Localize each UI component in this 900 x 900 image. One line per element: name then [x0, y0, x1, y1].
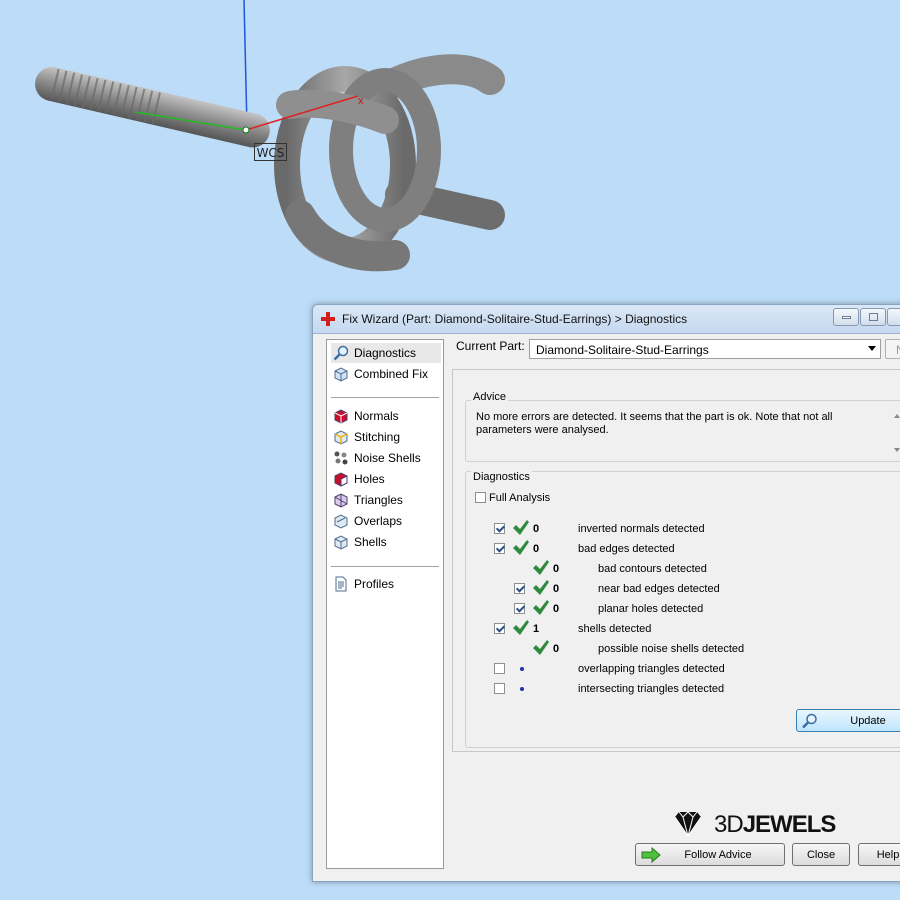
green-check-icon: [533, 600, 549, 615]
diagnostic-count: 0: [553, 563, 560, 575]
sidebar-item-profiles[interactable]: Profiles: [331, 574, 441, 594]
earring-model: x: [35, 0, 505, 272]
diagnostics-title: Diagnostics: [471, 471, 532, 483]
advice-scrollbar[interactable]: [891, 409, 900, 457]
sidebar-item-diagnostics[interactable]: Diagnostics: [331, 343, 441, 363]
diagnostic-checkbox[interactable]: [494, 663, 505, 674]
3djewels-logo: 3DJEWELS: [674, 809, 836, 839]
green-check-icon: [533, 640, 549, 655]
diagnostic-count: 1: [533, 623, 540, 635]
document-icon: [335, 576, 347, 592]
advice-title: Advice: [471, 391, 509, 403]
shells-icon: [334, 535, 348, 550]
sidebar-item-triangles[interactable]: Triangles: [331, 490, 441, 510]
triangles-icon: [334, 493, 348, 508]
diagnostic-checkbox[interactable]: [494, 683, 505, 694]
chevron-down-icon: [868, 346, 876, 351]
diagnostic-label: planar holes detected: [598, 603, 704, 615]
sidebar-item-normals[interactable]: Normals: [331, 406, 441, 426]
title-bar[interactable]: Fix Wizard (Part: Diamond-Solitaire-Stud…: [313, 305, 900, 334]
green-check-icon: [513, 520, 529, 535]
wizard-sidebar: Diagnostics Combined Fix Normals Stitchi…: [326, 339, 444, 869]
x-axis-label: x: [358, 95, 364, 107]
logo-prefix: 3D: [714, 811, 744, 838]
diagnostic-label: inverted normals detected: [578, 523, 705, 535]
not-analysed-dot-icon: [520, 667, 524, 671]
3d-viewport[interactable]: x WCS: [0, 0, 900, 300]
holes-icon: [334, 472, 348, 487]
noise-shells-icon: [334, 451, 348, 465]
diagnostic-checkbox[interactable]: [494, 543, 505, 554]
magnifier-icon: [333, 345, 349, 361]
not-analysed-dot-icon: [520, 687, 524, 691]
next-part-button[interactable]: N: [885, 339, 900, 359]
fix-wizard-dialog: Fix Wizard (Part: Diamond-Solitaire-Stud…: [312, 304, 900, 882]
diagnostic-checkbox[interactable]: [514, 603, 525, 614]
diagnostic-count: 0: [553, 643, 560, 655]
green-check-icon: [513, 620, 529, 635]
sidebar-separator: [331, 397, 439, 398]
stitching-icon: [334, 430, 348, 445]
green-check-icon: [533, 560, 549, 575]
current-part-dropdown[interactable]: Diamond-Solitaire-Stud-Earrings: [529, 339, 881, 359]
logo-suffix: JEWELS: [742, 811, 837, 838]
diagnostic-count: 0: [533, 543, 540, 555]
diagnostic-count: 0: [533, 523, 540, 535]
green-check-icon: [513, 540, 529, 555]
diagnostic-count: 0: [553, 603, 560, 615]
diagnostic-label: near bad edges detected: [598, 583, 720, 595]
diagnostic-count: 0: [553, 583, 560, 595]
close-button[interactable]: Close: [792, 843, 850, 866]
current-part-label: Current Part:: [456, 339, 525, 353]
maximize-button[interactable]: [860, 308, 886, 326]
diagnostic-checkbox[interactable]: [514, 583, 525, 594]
diamond-icon: [674, 811, 702, 837]
sidebar-item-holes[interactable]: Holes: [331, 469, 441, 489]
diagnostic-label: bad contours detected: [598, 563, 707, 575]
sidebar-separator: [331, 566, 439, 567]
overlaps-icon: [334, 514, 348, 529]
help-button[interactable]: Help: [858, 843, 900, 866]
minimize-button[interactable]: [833, 308, 859, 326]
close-window-button[interactable]: [887, 308, 900, 326]
follow-advice-button[interactable]: Follow Advice: [635, 843, 785, 866]
window-title: Fix Wizard (Part: Diamond-Solitaire-Stud…: [342, 312, 688, 326]
advice-text: No more errors are detected. It seems th…: [476, 411, 833, 436]
diagnostic-checkbox[interactable]: [494, 623, 505, 634]
diagnostic-label: possible noise shells detected: [598, 643, 745, 655]
normals-icon: [334, 409, 348, 424]
red-cross-icon: [321, 312, 335, 326]
sidebar-item-overlaps[interactable]: Overlaps: [331, 511, 441, 531]
wcs-label: WCS: [254, 143, 287, 161]
full-analysis-label: Full Analysis: [489, 492, 551, 504]
sidebar-item-noise-shells[interactable]: Noise Shells: [331, 448, 441, 468]
sidebar-item-shells[interactable]: Shells: [331, 532, 441, 552]
diagnostic-label: overlapping triangles detected: [578, 663, 725, 675]
diagnostic-label: intersecting triangles detected: [578, 683, 725, 695]
sidebar-item-combined-fix[interactable]: Combined Fix: [331, 364, 441, 384]
sidebar-item-stitching[interactable]: Stitching: [331, 427, 441, 447]
current-part-value: Diamond-Solitaire-Stud-Earrings: [536, 343, 709, 357]
diagnostic-label: shells detected: [578, 623, 652, 635]
diagnostic-checkbox[interactable]: [494, 523, 505, 534]
update-button[interactable]: Update: [796, 709, 900, 732]
cube-icon: [334, 367, 348, 382]
green-check-icon: [533, 580, 549, 595]
full-analysis-checkbox[interactable]: [475, 492, 486, 503]
diagnostic-label: bad edges detected: [578, 543, 675, 555]
